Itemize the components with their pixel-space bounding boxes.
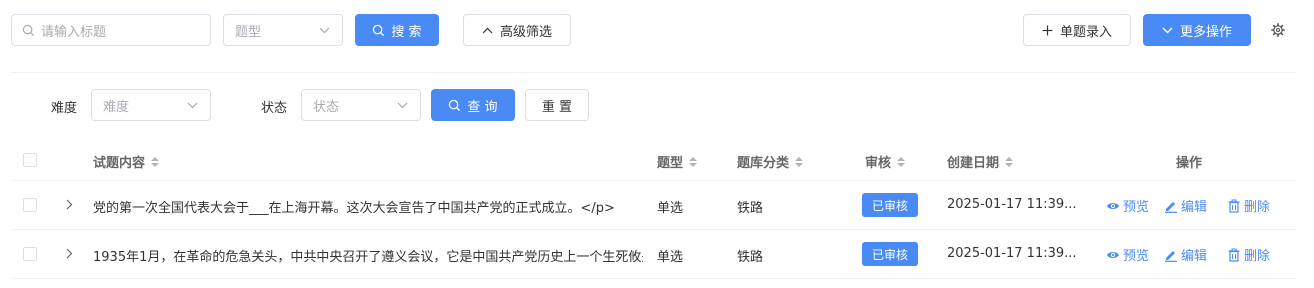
- eye-icon: [1106, 248, 1120, 262]
- delete-button[interactable]: 删除: [1227, 245, 1270, 264]
- status-badge: 已审核: [862, 242, 918, 266]
- created-date: 2025-01-17 11:39...: [947, 246, 1077, 261]
- column-header-date[interactable]: 创建日期: [947, 152, 1014, 171]
- row-checkbox[interactable]: [23, 198, 37, 212]
- trash-icon: [1227, 199, 1241, 213]
- question-content: 1935年1月，在革命的危急关头，中共中央召开了遵义会议，它是中国共产党历史上一…: [93, 250, 643, 265]
- question-content: 党的第一次全国代表大会于___在上海开幕。这次大会宣告了中国共产党的正式成立。<…: [93, 201, 615, 216]
- title-search-input[interactable]: 请输入标题: [11, 14, 211, 46]
- query-button-label: 查 询: [467, 99, 498, 115]
- sort-icon: [151, 156, 160, 167]
- row-checkbox[interactable]: [23, 247, 37, 261]
- row-divider: [11, 278, 1296, 279]
- difficulty-placeholder: 难度: [103, 99, 130, 115]
- created-date: 2025-01-17 11:39...: [947, 197, 1077, 212]
- question-type: 单选: [657, 201, 684, 216]
- search-icon: [22, 24, 35, 37]
- difficulty-label: 难度: [51, 101, 78, 116]
- column-header-content[interactable]: 试题内容: [93, 152, 160, 171]
- settings-gear-icon[interactable]: [1271, 23, 1285, 37]
- single-entry-label: 单题录入: [1059, 24, 1112, 40]
- chevron-up-icon: [482, 27, 493, 34]
- trash-icon: [1227, 248, 1241, 262]
- preview-button[interactable]: 预览: [1106, 196, 1149, 215]
- search-icon: [448, 99, 461, 112]
- column-header-actions: 操作: [1176, 156, 1203, 171]
- advanced-filter-label: 高级筛选: [499, 24, 552, 40]
- delete-button[interactable]: 删除: [1227, 196, 1270, 215]
- question-category: 铁路: [737, 201, 764, 216]
- select-all-checkbox[interactable]: [23, 153, 37, 167]
- status-placeholder: 状态: [313, 99, 340, 115]
- status-select[interactable]: 状态: [301, 89, 421, 121]
- question-type-select[interactable]: 题型: [223, 14, 343, 46]
- title-search-placeholder: 请输入标题: [41, 24, 107, 40]
- more-actions-label: 更多操作: [1179, 24, 1232, 40]
- expand-chevron-icon[interactable]: [64, 247, 74, 259]
- question-type-placeholder: 题型: [235, 24, 262, 40]
- search-icon: [372, 24, 385, 37]
- difficulty-select[interactable]: 难度: [91, 89, 211, 121]
- reset-button-label: 重 置: [541, 99, 573, 115]
- advanced-filter-button[interactable]: 高级筛选: [463, 14, 571, 46]
- expand-chevron-icon[interactable]: [64, 198, 74, 210]
- search-button[interactable]: 搜 索: [355, 14, 439, 46]
- question-type: 单选: [657, 250, 684, 265]
- chevron-down-icon: [319, 27, 330, 34]
- edit-pencil-icon: [1164, 199, 1178, 213]
- more-actions-button[interactable]: 更多操作: [1143, 14, 1251, 46]
- header-divider: [11, 180, 1296, 181]
- edit-button[interactable]: 编辑: [1164, 245, 1207, 264]
- reset-button[interactable]: 重 置: [525, 89, 589, 121]
- sort-icon: [897, 156, 906, 167]
- sort-icon: [689, 156, 698, 167]
- column-header-audit[interactable]: 审核: [865, 152, 906, 171]
- column-header-type[interactable]: 题型: [657, 152, 698, 171]
- chevron-down-icon: [397, 102, 408, 109]
- status-badge: 已审核: [862, 193, 918, 217]
- plus-icon: [1042, 25, 1053, 36]
- query-button[interactable]: 查 询: [431, 89, 515, 121]
- row-divider: [11, 229, 1296, 230]
- chevron-down-icon: [187, 102, 198, 109]
- single-entry-button[interactable]: 单题录入: [1023, 14, 1131, 46]
- sort-icon: [795, 156, 804, 167]
- search-button-label: 搜 索: [391, 24, 422, 40]
- preview-button[interactable]: 预览: [1106, 245, 1149, 264]
- toolbar-divider: [11, 72, 1296, 73]
- edit-button[interactable]: 编辑: [1164, 196, 1207, 215]
- chevron-down-icon: [1162, 27, 1173, 34]
- edit-pencil-icon: [1164, 248, 1178, 262]
- column-header-category[interactable]: 题库分类: [737, 152, 804, 171]
- question-category: 铁路: [737, 250, 764, 265]
- sort-icon: [1005, 156, 1014, 167]
- status-label: 状态: [261, 101, 288, 116]
- eye-icon: [1106, 199, 1120, 213]
